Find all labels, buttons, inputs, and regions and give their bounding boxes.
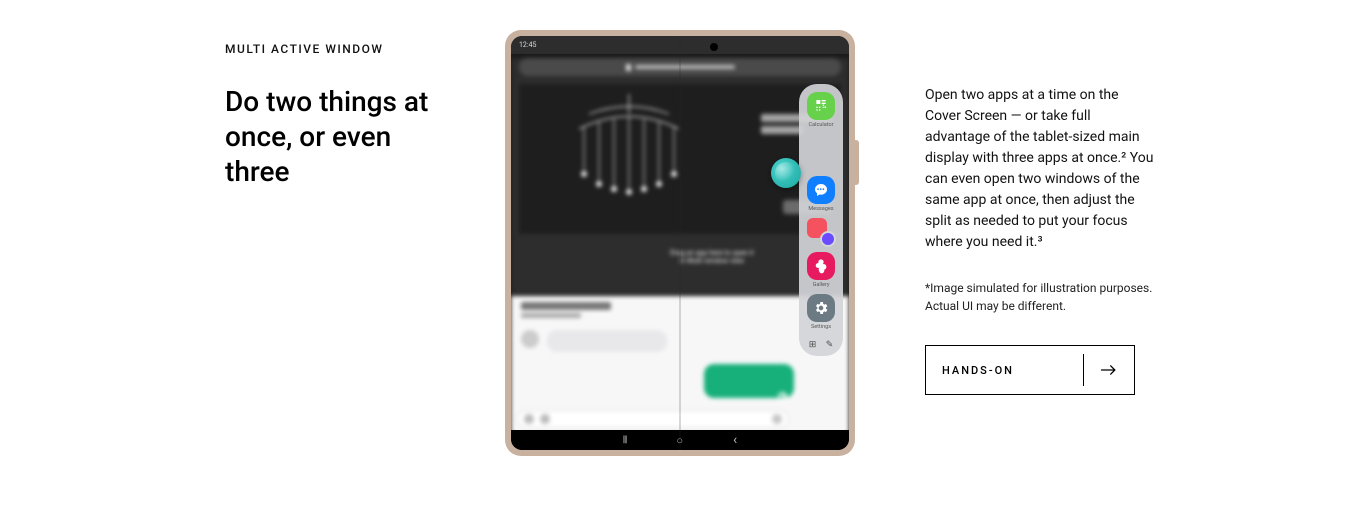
status-time: 12:45 — [519, 41, 536, 49]
hands-on-label: HANDS-ON — [926, 364, 1083, 377]
arrow-right-icon — [1084, 360, 1134, 380]
section-eyebrow: MULTI ACTIVE WINDOW — [225, 42, 435, 56]
calculator-icon — [807, 92, 835, 120]
chat-contact-sub-blur — [521, 313, 581, 318]
edit-icon[interactable]: ✎ — [826, 340, 834, 350]
nav-back-icon: ‹ — [733, 432, 737, 448]
gallery-app-icon — [807, 252, 835, 280]
edge-label: Calculator — [809, 122, 834, 128]
blank-icon — [807, 134, 835, 162]
section-heading: Do two things at once, or even three — [225, 84, 435, 189]
edge-label: Gallery — [813, 282, 830, 288]
device-screen: 12:45 — [511, 36, 849, 450]
camera-icon — [524, 414, 534, 424]
edge-app-pair[interactable] — [807, 218, 835, 246]
edge-label: Messages — [808, 206, 833, 212]
chandelier-image — [559, 94, 699, 204]
edge-app-messages[interactable]: Messages — [807, 176, 835, 212]
drag-hint-text: Drag an app here to open it in Multi win… — [670, 249, 754, 267]
edge-app-gallery[interactable]: Gallery — [807, 252, 835, 288]
lock-icon — [626, 64, 631, 71]
drag-cursor — [771, 158, 801, 188]
edge-app-calculator[interactable]: Calculator — [807, 92, 835, 128]
grid-icon[interactable]: ⊞ — [809, 340, 817, 350]
disclaimer-footnote: *Image simulated for illustration purpos… — [925, 279, 1155, 315]
edge-label: Settings — [811, 324, 831, 330]
gallery-icon — [540, 414, 550, 424]
app-pair-icon — [807, 218, 835, 246]
chat-input — [517, 410, 789, 428]
edge-panel-footer: ⊞ ✎ — [804, 340, 838, 350]
camera-notch — [710, 43, 718, 51]
edge-app-empty — [807, 134, 835, 170]
messages-icon — [807, 176, 835, 204]
emoji-icon — [772, 414, 782, 424]
url-text-blur — [635, 65, 735, 69]
settings-icon — [807, 294, 835, 322]
edge-app-settings[interactable]: Settings — [807, 294, 835, 330]
gear-icon — [775, 390, 789, 404]
contact-avatar — [521, 330, 539, 348]
body-copy: Open two apps at a time on the Cover Scr… — [925, 85, 1155, 253]
device-mockup: 12:45 — [505, 30, 855, 456]
nav-recent-icon: ||| — [623, 435, 627, 445]
chat-contact-name-blur — [521, 302, 611, 310]
hands-on-button[interactable]: HANDS-ON — [925, 345, 1135, 395]
edge-panel[interactable]: Calculator Messages — [799, 84, 843, 356]
chat-bubble-incoming — [547, 330, 667, 352]
fold-hinge — [679, 36, 681, 450]
